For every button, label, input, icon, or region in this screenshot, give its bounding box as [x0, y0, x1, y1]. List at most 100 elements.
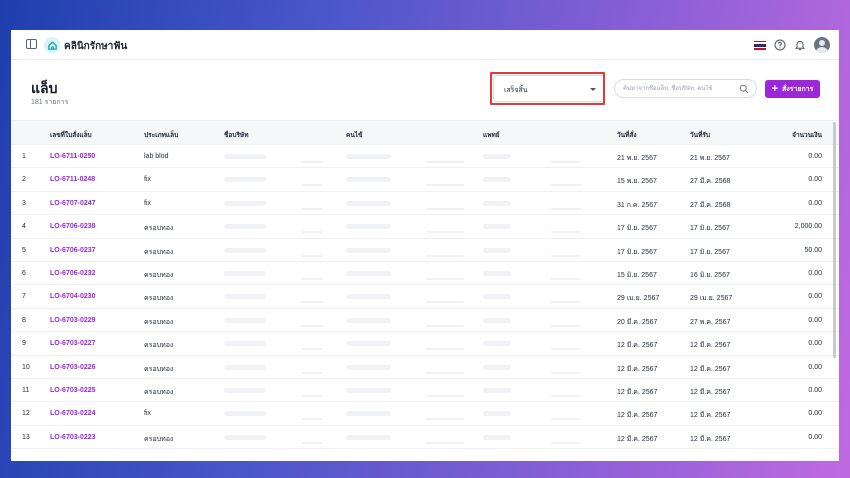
table-row[interactable]: 10 LO-6703-0226 ครอบทอง 12 มี.ค. 2567 12 มี.… [11, 356, 839, 379]
redacted-text [551, 161, 581, 163]
redacted-text [224, 364, 266, 370]
table-row[interactable]: 11 LO-6703-0225 ครอบทอง 12 มี.ค. 2567 12 มี.… [11, 379, 839, 403]
search-box[interactable] [614, 79, 757, 98]
redacted-text [224, 154, 266, 159]
receive-date: 12 มี.ค. 2567 [690, 365, 731, 373]
header-code[interactable]: เลขที่ใบสั่งแล็บ [50, 130, 92, 140]
table-row[interactable]: 2 LO-6711-0248 fix 15 พ.ย. 2567 27 มี.ค. 256… [11, 168, 839, 192]
lab-order-link[interactable]: LO-6707-0247 [50, 200, 96, 207]
amount: 0.00 [808, 386, 822, 394]
lab-order-link[interactable]: LO-6703-0229 [50, 317, 96, 324]
row-number: 13 [22, 433, 30, 441]
table-row[interactable]: 3 LO-6707-0247 fix 31 ก.ค. 2567 27 มี.ค. 256… [11, 192, 839, 216]
redacted-text [346, 411, 391, 417]
table-row[interactable]: 12 LO-6703-0224 fix 12 มี.ค. 2567 12 มี.ค. 2… [11, 402, 839, 426]
header-ordered[interactable]: วันที่สั่ง [617, 130, 637, 140]
order-date: 17 มิ.ย. 2567 [617, 248, 657, 256]
order-date: 29 เม.ย. 2567 [617, 295, 660, 303]
table-row[interactable]: 6 LO-6706-0232 ครอบทอง 15 มิ.ย. 2567 16 มิ.ย… [11, 262, 839, 286]
thai-flag-icon[interactable] [754, 40, 766, 50]
lab-type: ครอบทอง [144, 342, 174, 350]
receive-date: 21 พ.ย. 2567 [690, 155, 730, 162]
order-date: 12 มี.ค. 2567 [617, 435, 658, 443]
redacted-text [346, 434, 391, 440]
redacted-text [301, 184, 323, 187]
lab-order-link[interactable]: LO-6711-0248 [50, 176, 95, 183]
redacted-text [301, 277, 323, 280]
row-number: 11 [22, 386, 30, 394]
lab-order-link[interactable]: LO-6706-0238 [50, 223, 96, 230]
order-date: 15 พ.ย. 2567 [617, 178, 657, 186]
redacted-text [426, 394, 464, 397]
redacted-text [426, 441, 464, 444]
amount: 0.00 [808, 293, 822, 301]
redacted-text [224, 294, 266, 300]
avatar[interactable] [814, 37, 830, 53]
add-lab-order-button[interactable]: + สั่งรายการ [765, 80, 820, 98]
table-row[interactable]: 5 LO-6706-0237 ครอบทอง 17 มิ.ย. 2567 17 มิ.ย… [11, 239, 839, 262]
redacted-text [483, 154, 511, 159]
redacted-text [551, 348, 581, 351]
bell-icon[interactable] [794, 39, 806, 51]
redacted-text [426, 207, 464, 210]
redacted-text [301, 324, 323, 327]
redacted-text [483, 247, 511, 253]
redacted-text [346, 387, 391, 393]
lab-type: ครอบทอง [144, 248, 174, 256]
redacted-text [301, 161, 323, 163]
header-patient[interactable]: คนไข้ [346, 130, 363, 140]
order-date: 15 มิ.ย. 2567 [617, 271, 657, 279]
lab-order-link[interactable]: LO-6706-0237 [50, 247, 96, 254]
row-number: 7 [22, 293, 26, 301]
table-row[interactable]: 1 LO-6711-0250 lab blod 21 พ.ย. 2567 21 พ.ย.… [11, 145, 839, 169]
amount: 0.00 [808, 410, 822, 418]
receive-date: 27 พ.ค. 2567 [690, 318, 731, 326]
status-filter-select[interactable]: เสร็จสิ้น [493, 75, 605, 102]
redacted-text [426, 277, 464, 280]
search-icon[interactable] [739, 84, 749, 94]
redacted-text [551, 441, 581, 444]
header-company[interactable]: ชื่อบริษัท [224, 130, 249, 140]
lab-type: ครอบทอง [144, 388, 174, 396]
redacted-text [483, 317, 511, 323]
table-row[interactable]: 7 LO-6704-0230 ครอบทอง 29 เม.ย. 2567 29 เม.ย… [11, 285, 839, 309]
sidebar-toggle-icon[interactable] [26, 39, 37, 49]
table-row[interactable]: 8 LO-6703-0229 ครอบทอง 20 มี.ค. 2567 27 พ.ค.… [11, 309, 839, 333]
receive-date: 27 มี.ค. 2568 [690, 178, 731, 186]
redacted-text [483, 364, 511, 370]
search-input[interactable] [623, 84, 738, 94]
header-amount[interactable]: จำนวนเงิน [792, 130, 822, 140]
redacted-text [426, 231, 464, 234]
add-button-label: สั่งรายการ [782, 85, 814, 93]
amount: 0.00 [808, 340, 822, 348]
help-icon[interactable] [774, 39, 786, 51]
lab-order-link[interactable]: LO-6706-0232 [50, 270, 96, 277]
header-doctor[interactable]: แพทย์ [483, 130, 500, 140]
lab-order-link[interactable]: LO-6704-0230 [50, 293, 96, 300]
redacted-text [301, 371, 323, 374]
lab-order-link[interactable]: LO-6703-0227 [50, 340, 96, 347]
redacted-text [301, 254, 323, 257]
lab-order-link[interactable]: LO-6711-0250 [50, 153, 95, 160]
redacted-text [224, 200, 266, 206]
redacted-text [346, 224, 391, 230]
lab-order-link[interactable]: LO-6703-0224 [50, 410, 96, 417]
redacted-text [301, 301, 323, 304]
redacted-text [301, 231, 323, 234]
table-row[interactable]: 4 LO-6706-0238 ครอบทอง 17 มิ.ย. 2567 17 มิ.ย… [11, 215, 839, 239]
table-row[interactable]: 13 LO-6703-0223 ครอบทอง 12 มี.ค. 2567 12 มี.… [11, 426, 839, 450]
table-body: 1 LO-6711-0250 lab blod 21 พ.ย. 2567 21 พ.ย.… [11, 145, 839, 450]
order-date: 12 มี.ค. 2567 [617, 412, 658, 420]
app-window: คลินิกรักษาฟัน แล็บ 181 รายการ เสร็จสิ้น… [11, 30, 839, 461]
receive-date: 29 เม.ย. 2567 [690, 295, 733, 303]
header-type[interactable]: ประเภทแล็บ [144, 130, 178, 140]
tooth-logo-icon [44, 37, 60, 53]
table-row[interactable]: 9 LO-6703-0227 ครอบทอง 12 มี.ค. 2567 12 มี.ค… [11, 332, 839, 356]
redacted-text [426, 348, 464, 351]
lab-order-link[interactable]: LO-6703-0223 [50, 434, 96, 441]
header-received[interactable]: วันที่รับ [690, 130, 710, 140]
lab-order-link[interactable]: LO-6703-0225 [50, 387, 96, 394]
lab-table: เลขที่ใบสั่งแล็บ ประเภทแล็บ ชื่อบริษัท ค… [11, 120, 839, 450]
lab-order-link[interactable]: LO-6703-0226 [50, 364, 96, 371]
table-scrollbar[interactable] [833, 122, 836, 358]
